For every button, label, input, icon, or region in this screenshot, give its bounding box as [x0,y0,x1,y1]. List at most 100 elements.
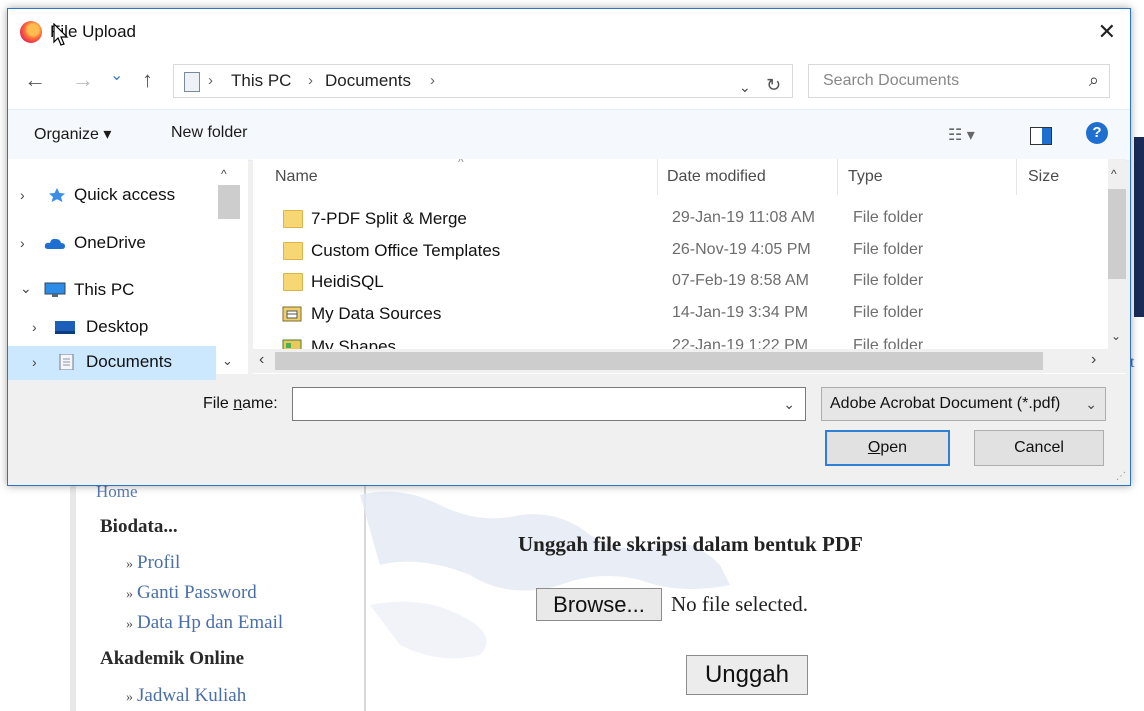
close-icon[interactable]: ✕ [1098,19,1116,45]
forward-arrow-icon[interactable]: → [72,67,94,93]
column-header-type[interactable]: Type [848,168,883,186]
sidebar-link-profil[interactable]: » Profil [126,552,180,574]
raquo-icon: » [126,557,133,572]
sidebar-link-ganti-password[interactable]: » Ganti Password [126,582,257,604]
file-row[interactable]: HeidiSQL 07-Feb-19 8:58 AM File folder [253,266,1093,298]
scroll-left-icon[interactable]: ‹ [259,351,264,369]
file-type: File folder [853,304,924,321]
search-box[interactable]: Search Documents ⌕ [808,64,1110,98]
sort-ascending-icon: ^ [458,159,464,169]
file-type-dropdown-icon[interactable]: ⌄ [1085,396,1097,413]
sidebar-heading-biodata: Biodata... [100,516,178,537]
nav-item-this-pc[interactable]: ⌄ This PC [8,274,216,308]
documents-icon [59,354,74,370]
data-sources-icon [282,306,302,322]
browse-button[interactable]: Browse... [536,588,662,621]
dialog-toolbar: Organize ▾ New folder ☷ ▾ ? [8,109,1130,161]
file-date: 07-Feb-19 8:58 AM [672,272,809,289]
file-date: 22-Jan-19 1:22 PM [672,337,809,349]
search-icon[interactable]: ⌕ [1089,70,1099,91]
sidebar-link-data-hp[interactable]: » Data Hp dan Email [126,612,283,634]
folder-icon [283,210,303,228]
cancel-button[interactable]: Cancel [974,430,1104,466]
up-arrow-icon[interactable]: ↑ [142,67,153,93]
file-name: HeidiSQL [311,272,384,291]
view-options-icon[interactable]: ☷ ▾ [948,125,975,145]
upload-title: Unggah file skripsi dalam bentuk PDF [518,532,863,556]
file-name-input[interactable]: ⌄ [292,387,806,421]
unggah-button[interactable]: Unggah [686,655,808,695]
sidebar-link-label: Data Hp dan Email [137,612,284,633]
file-name-dropdown-icon[interactable]: ⌄ [783,396,795,413]
open-button[interactable]: Open [825,430,950,466]
column-divider[interactable] [1016,159,1017,195]
file-name-label: File name: [203,395,278,413]
file-row[interactable]: Custom Office Templates 26-Nov-19 4:05 P… [253,235,1093,267]
navpane-scroll-down-icon[interactable]: ⌄ [222,353,233,369]
column-divider[interactable] [657,159,658,195]
column-header-date[interactable]: Date modified [667,168,766,186]
refresh-icon[interactable]: ↻ [766,75,781,96]
preview-pane-icon[interactable] [1030,127,1052,145]
file-name-label-pre: File [203,395,234,412]
firefox-icon [20,21,42,43]
file-type: File folder [853,337,924,349]
recent-locations-icon[interactable]: ⌄ [110,65,123,85]
nav-item-desktop[interactable]: › Desktop [8,311,216,345]
breadcrumb-documents[interactable]: Documents [325,71,411,91]
expand-chevron-icon[interactable]: › [20,235,25,251]
file-list-vertical-scrollbar[interactable]: ^ ⌄ [1108,159,1126,349]
navpane-scroll-up-icon[interactable]: ^ [221,167,227,181]
new-folder-button[interactable]: New folder [171,124,247,142]
file-type-value: Adobe Acrobat Document (*.pdf) [830,395,1061,412]
shapes-icon [282,339,302,349]
navpane-scroll-thumb[interactable] [218,185,240,219]
sidebar-link-jadwal[interactable]: » Jadwal Kuliah [126,685,246,707]
scroll-down-icon[interactable]: ⌄ [1111,329,1121,343]
star-icon [49,188,65,202]
file-name: 7-PDF Split & Merge [311,209,467,228]
file-type: File folder [853,241,924,258]
back-arrow-icon[interactable]: ← [24,67,46,93]
nav-item-quick-access[interactable]: › Quick access [8,179,216,213]
file-row[interactable]: My Shapes 22-Jan-19 1:22 PM File folder [253,331,1093,349]
dialog-titlebar[interactable]: File Upload ✕ [8,9,1130,55]
file-upload-dialog: File Upload ✕ ← → ⌄ ↑ › This PC › Docume… [7,8,1131,486]
navigation-pane: › Quick access › OneDrive ⌄ This PC › De… [8,159,248,380]
address-bar-row: ← → ⌄ ↑ › This PC › Documents › ⌄ ↻ Sear… [8,55,1130,109]
raquo-icon: » [126,617,133,632]
column-header-name[interactable]: Name [275,168,318,186]
scroll-up-icon[interactable]: ^ [1111,167,1117,181]
nav-item-onedrive[interactable]: › OneDrive [8,227,216,261]
sidebar-heading-akademik: Akademik Online [100,648,245,669]
scroll-thumb[interactable] [1108,189,1126,279]
file-type-select[interactable]: Adobe Acrobat Document (*.pdf) ⌄ [821,387,1106,421]
location-icon [184,72,200,92]
resize-grip-icon[interactable]: ⋰ [1116,471,1126,482]
expand-chevron-icon[interactable]: › [20,187,25,203]
scroll-right-icon[interactable]: › [1091,351,1096,369]
folder-icon [283,273,303,291]
file-date: 14-Jan-19 3:34 PM [672,304,809,321]
file-row[interactable]: My Data Sources 14-Jan-19 3:34 PM File f… [253,298,1093,330]
collapse-chevron-icon[interactable]: ⌄ [20,280,32,297]
address-dropdown-icon[interactable]: ⌄ [739,79,751,96]
computer-icon [44,282,66,297]
scroll-thumb[interactable] [275,352,1043,370]
help-icon[interactable]: ? [1086,122,1108,144]
sidebar-link-label: Jadwal Kuliah [137,685,247,706]
address-bar[interactable]: › This PC › Documents › ⌄ ↻ [173,64,793,98]
breadcrumb-this-pc[interactable]: This PC [231,71,291,91]
nav-item-documents[interactable]: › Documents [8,346,216,380]
organize-button[interactable]: Organize ▾ [34,124,111,144]
column-header-size[interactable]: Size [1028,168,1059,186]
open-accel: O [867,439,881,456]
file-list-horizontal-scrollbar[interactable]: ‹ › [253,349,1126,373]
file-list: ^ Name Date modified Type Size 7-PDF Spl… [253,159,1126,374]
expand-chevron-icon[interactable]: › [32,354,37,370]
file-row[interactable]: 7-PDF Split & Merge 29-Jan-19 11:08 AM F… [253,203,1093,235]
expand-chevron-icon[interactable]: › [32,319,37,335]
column-divider[interactable] [837,159,838,195]
sidebar-link-label: Profil [137,552,181,573]
nav-item-label: Quick access [74,185,176,204]
